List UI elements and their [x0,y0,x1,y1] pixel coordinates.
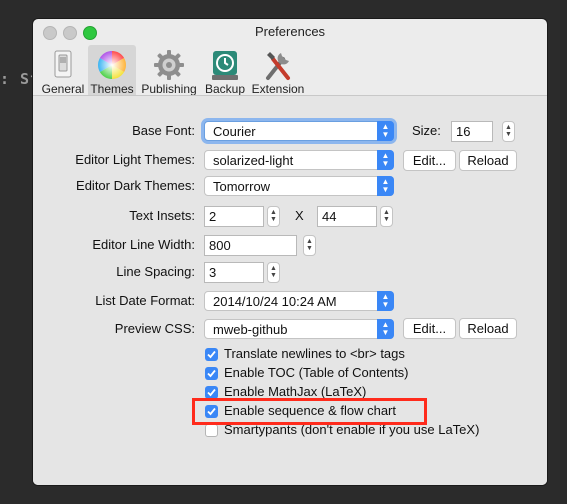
checkbox-checked-icon [205,367,218,380]
gear-icon [154,50,184,80]
checkbox-unchecked-icon [205,424,218,437]
date-format-label: List Date Format: [95,293,195,308]
chevron-updown-icon: ▲ ▼ [377,319,394,339]
line-spacing-field[interactable]: 3 [204,262,264,283]
light-themes-label: Editor Light Themes: [75,152,195,167]
time-machine-icon [212,51,238,80]
preview-css-value: mweb-github [213,322,288,337]
preview-css-label: Preview CSS: [114,321,195,336]
title-bar: Preferences [33,19,547,43]
tab-publishing-label: Publishing [141,82,197,96]
themes-pane: Base Font: Courier ▲ ▼ Size: 16 ▲ ▼ Editor… [33,95,547,485]
light-themes-edit-button[interactable]: Edit... [403,150,456,171]
tab-extension-label: Extension [251,82,305,96]
light-themes-select[interactable]: solarized-light ▲ ▼ [204,150,394,170]
preview-css-reload-button[interactable]: Reload [459,318,517,339]
general-switch-icon [54,50,72,78]
date-format-value: 2014/10/24 10:24 AM [213,294,337,309]
dark-themes-select[interactable]: Tomorrow ▲ ▼ [204,176,394,196]
checkbox-label: Enable MathJax (LaTeX) [224,384,367,399]
date-format-select[interactable]: 2014/10/24 10:24 AM ▲ ▼ [204,291,394,311]
preview-css-edit-button[interactable]: Edit... [403,318,456,339]
line-spacing-label: Line Spacing: [116,264,195,279]
chevron-updown-icon: ▲ ▼ [377,176,394,196]
size-stepper[interactable]: ▲ ▼ [502,121,515,142]
annotation-highlight-box [192,398,427,425]
text-insets-x-field[interactable]: 2 [204,206,264,227]
chevron-updown-icon: ▲ ▼ [377,150,394,170]
light-themes-reload-button[interactable]: Reload [459,150,517,171]
tab-themes-label: Themes [90,82,134,96]
line-spacing-stepper[interactable]: ▲ ▼ [267,262,280,283]
chevron-updown-icon: ▲ ▼ [377,121,394,141]
tab-backup-label: Backup [204,82,246,96]
dark-themes-value: Tomorrow [213,179,271,194]
text-insets-label: Text Insets: [129,208,195,223]
dark-themes-label: Editor Dark Themes: [76,178,195,193]
text-insets-separator: X [295,208,304,223]
window-title: Preferences [254,24,326,39]
size-field[interactable]: 16 [451,121,493,142]
line-width-field[interactable]: 800 [204,235,297,256]
text-insets-y-field[interactable]: 44 [317,206,377,227]
base-font-label: Base Font: [132,123,195,138]
line-width-label: Editor Line Width: [92,237,195,252]
checkbox-label: Enable TOC (Table of Contents) [224,365,409,380]
chevron-updown-icon: ▲ ▼ [377,291,394,311]
line-width-stepper[interactable]: ▲ ▼ [303,235,316,256]
tools-icon [266,52,290,80]
base-font-value: Courier [213,124,256,139]
text-insets-x-stepper[interactable]: ▲ ▼ [267,206,280,227]
light-themes-value: solarized-light [213,153,294,168]
text-insets-y-stepper[interactable]: ▲ ▼ [380,206,393,227]
size-label: Size: [412,123,441,138]
tab-general-label: General [41,82,85,96]
checkbox-label: Translate newlines to <br> tags [224,346,405,361]
checkbox-checked-icon [205,348,218,361]
base-font-select[interactable]: Courier ▲ ▼ [204,121,394,141]
preview-css-select[interactable]: mweb-github ▲ ▼ [204,319,394,339]
color-wheel-icon [98,51,126,79]
